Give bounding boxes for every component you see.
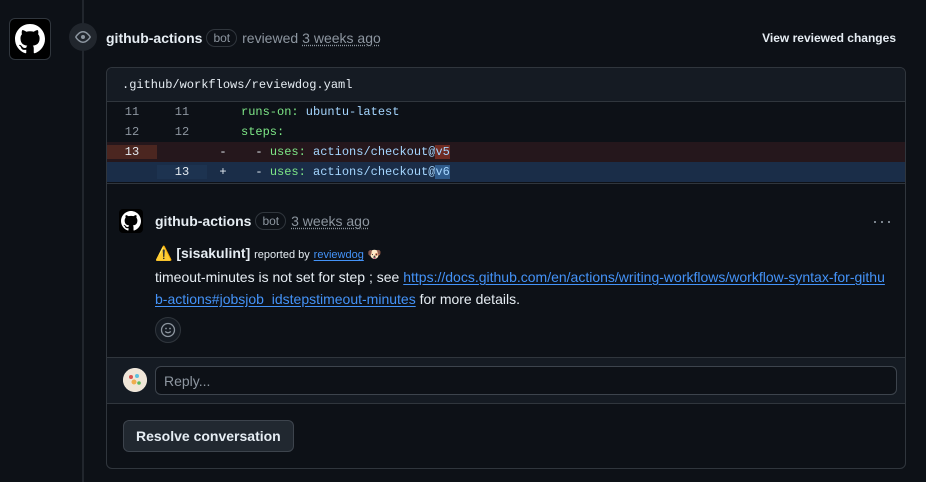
code-value: actions/checkout@ [305, 165, 436, 179]
code-key: uses: [269, 165, 306, 179]
reported-by-label: reported by [254, 249, 310, 261]
diff-code: - uses: actions/checkout@v6 [231, 165, 450, 179]
diff-marker: - [219, 145, 227, 159]
warning-icon: ⚠️ [155, 245, 173, 261]
comment-author-link[interactable]: github-actions [155, 213, 251, 229]
review-comment: github-actions bot 3 weeks ago ··· ⚠️ [s… [107, 183, 905, 358]
view-reviewed-changes-link[interactable]: View reviewed changes [762, 31, 906, 45]
eye-icon [69, 23, 97, 51]
review-header: github-actions bot reviewed 3 weeks ago … [106, 28, 906, 48]
code-highlight: v6 [435, 165, 450, 179]
file-path-header[interactable]: .github/workflows/reviewdog.yaml [107, 68, 905, 102]
comment-body: ⚠️ [sisakulint] reported by reviewdog 🐶 … [155, 242, 890, 310]
comment-text: timeout-minutes is not set for step ; se… [155, 269, 404, 285]
reply-placeholder: Reply... [164, 372, 211, 389]
bot-badge: bot [255, 212, 287, 230]
review-author-link[interactable]: github-actions [106, 30, 202, 46]
review-time-link[interactable]: 3 weeks ago [302, 30, 381, 46]
code-key: steps: [241, 125, 285, 139]
code-value: ubuntu-latest [298, 105, 400, 119]
smiley-icon [160, 322, 176, 338]
dog-emoji-icon: 🐶 [367, 249, 382, 261]
github-logo-icon [15, 24, 45, 54]
code-indent: - [241, 145, 270, 159]
timeline-line [82, 0, 84, 482]
code-key: uses: [269, 145, 306, 159]
diff-code: runs-on: ubuntu-latest [231, 105, 399, 119]
old-line-number[interactable]: 13 [107, 145, 157, 159]
review-thread: .github/workflows/reviewdog.yaml 11 11 r… [106, 67, 906, 469]
lint-tag: [sisakulint] [176, 245, 251, 261]
diff-row: 11 11 runs-on: ubuntu-latest [107, 102, 905, 122]
github-actions-avatar[interactable] [9, 18, 51, 60]
diff-code: - uses: actions/checkout@v5 [231, 145, 450, 159]
review-action: reviewed [242, 30, 299, 46]
reviewdog-link[interactable]: reviewdog [314, 249, 364, 261]
diff-row-deleted: 13 - - uses: actions/checkout@v5 [107, 142, 905, 162]
add-reaction-button[interactable] [155, 317, 181, 343]
resolve-conversation-button[interactable]: Resolve conversation [123, 420, 294, 452]
current-user-avatar[interactable] [123, 368, 147, 392]
reply-area: Reply... [107, 357, 905, 404]
diff-row-added: 13 + - uses: actions/checkout@v6 [107, 162, 905, 182]
comment-header: github-actions bot 3 weeks ago ··· [155, 211, 893, 231]
new-line-number[interactable]: 13 [157, 165, 207, 179]
reply-input[interactable]: Reply... [155, 366, 897, 395]
code-indent: - [241, 165, 270, 179]
diff-code: steps: [231, 125, 284, 139]
comment-author-avatar[interactable] [119, 209, 143, 233]
comment-menu-kebab-icon[interactable]: ··· [872, 212, 893, 230]
diff-marker: + [219, 165, 227, 179]
new-line-number[interactable]: 12 [157, 125, 207, 139]
file-path[interactable]: .github/workflows/reviewdog.yaml [122, 78, 352, 92]
bot-badge: bot [206, 29, 238, 47]
code-value: actions/checkout@ [305, 145, 436, 159]
old-line-number[interactable]: 11 [107, 105, 157, 119]
comment-text-after: for more details. [415, 291, 520, 307]
diff-table: 11 11 runs-on: ubuntu-latest 12 12 steps… [107, 102, 905, 182]
github-logo-icon [121, 211, 141, 231]
code-highlight: v5 [435, 145, 450, 159]
comment-time-link[interactable]: 3 weeks ago [291, 213, 370, 229]
new-line-number[interactable]: 11 [157, 105, 207, 119]
diff-row: 12 12 steps: [107, 122, 905, 142]
old-line-number[interactable]: 12 [107, 125, 157, 139]
code-key: runs-on: [241, 105, 299, 119]
